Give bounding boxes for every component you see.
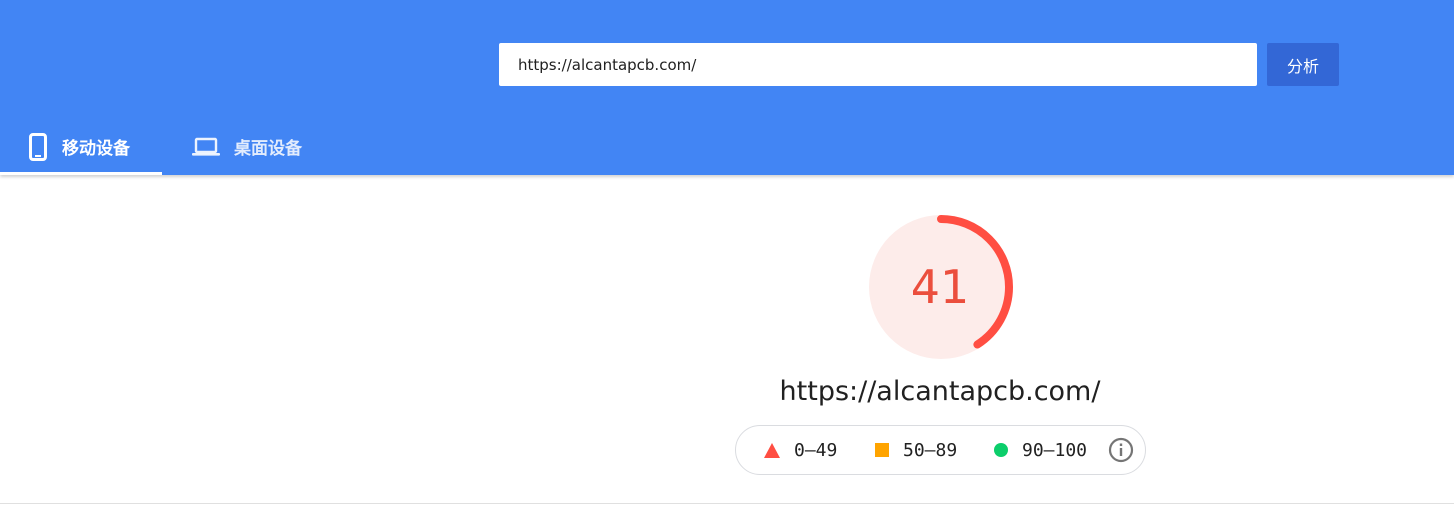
- legend-item-fail: 0–49: [764, 426, 837, 474]
- tab-label: 桌面设备: [234, 139, 302, 159]
- tab-desktop[interactable]: 桌面设备: [162, 118, 332, 175]
- selected-tab-indicator: [0, 172, 162, 175]
- score-legend: 0–49 50–89 90–100: [735, 425, 1146, 475]
- smartphone-icon: [28, 132, 48, 161]
- legend-item-pass: 90–100: [994, 426, 1087, 474]
- info-icon[interactable]: [1108, 437, 1134, 468]
- section-divider: [0, 503, 1454, 504]
- url-input[interactable]: [499, 43, 1257, 86]
- tab-label: 移动设备: [62, 139, 130, 159]
- analyzed-url: https://alcantapcb.com/: [779, 376, 1101, 407]
- header-bar: 分析 移动设备 桌面设备: [0, 0, 1454, 175]
- performance-score-gauge: 41: [866, 212, 1016, 362]
- legend-label: 0–49: [794, 439, 838, 461]
- laptop-icon: [192, 137, 220, 157]
- tab-mobile[interactable]: 移动设备: [0, 118, 162, 175]
- legend-item-average: 50–89: [875, 426, 957, 474]
- score-value: 41: [910, 260, 970, 314]
- square-icon: [875, 443, 889, 457]
- circle-icon: [994, 443, 1008, 457]
- legend-label: 90–100: [1022, 439, 1088, 461]
- analyze-button[interactable]: 分析: [1267, 43, 1339, 86]
- legend-label: 50–89: [903, 439, 958, 461]
- triangle-icon: [764, 442, 780, 458]
